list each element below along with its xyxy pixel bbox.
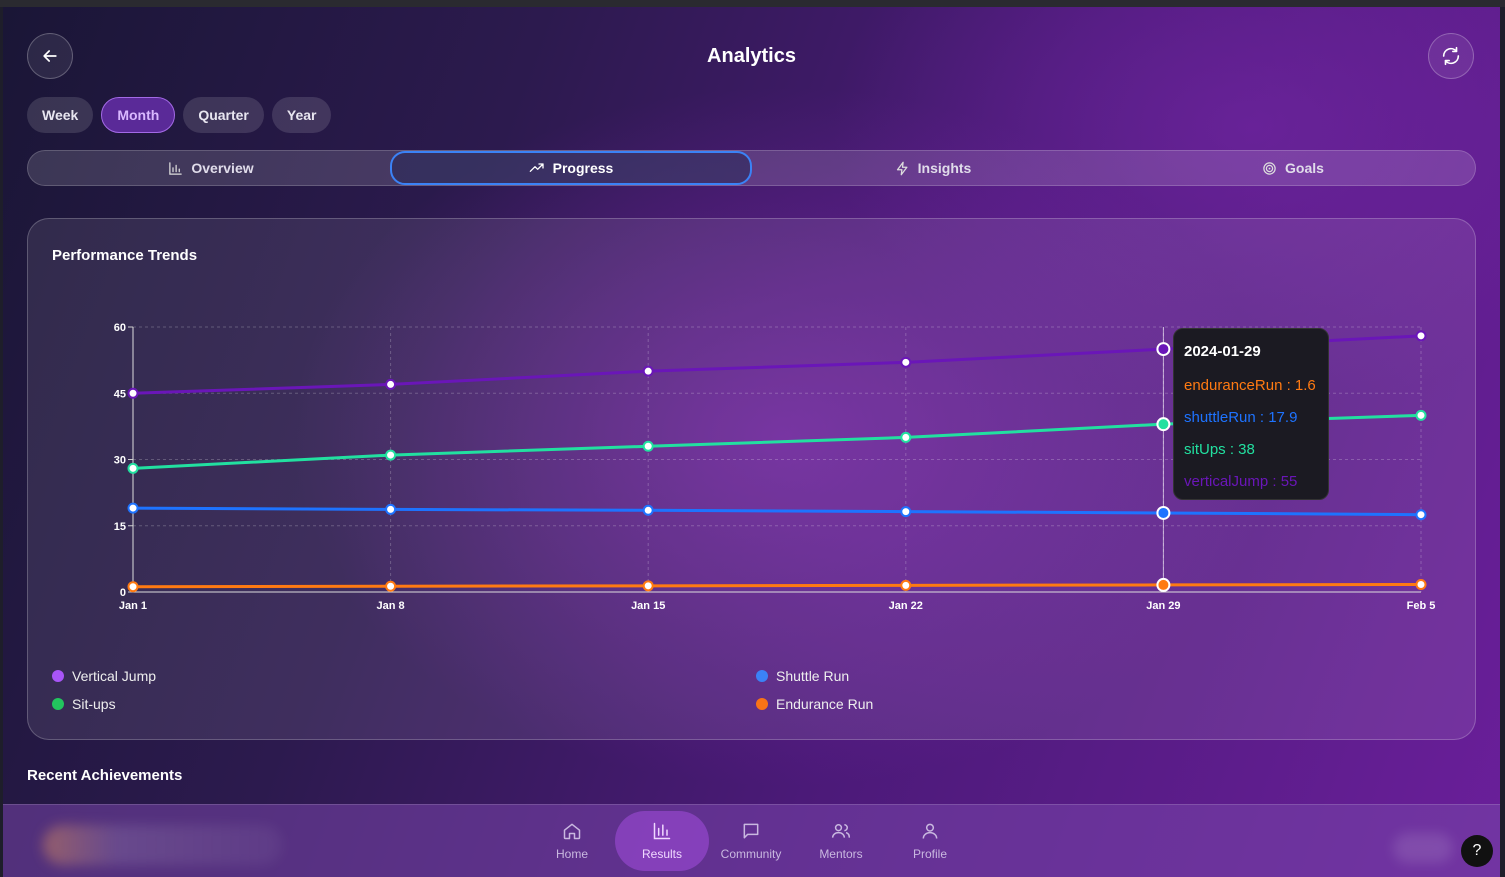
tab-label: Overview — [191, 160, 254, 176]
legend-dot — [756, 670, 768, 682]
period-week-button[interactable]: Week — [27, 97, 94, 133]
tab-progress[interactable]: Progress — [390, 151, 752, 185]
blurred-content — [1393, 833, 1453, 863]
data-point-verticalJump — [900, 356, 912, 368]
tooltip-date: 2024-01-29 — [1184, 343, 1261, 360]
legend-dot — [52, 698, 64, 710]
recent-achievements-title: Recent Achievements — [27, 767, 183, 784]
bottom-navigation: Home Results Community Mentors Profile ? — [3, 804, 1500, 877]
period-selector: Week Month Quarter Year — [27, 97, 332, 133]
legend-label: Shuttle Run — [776, 668, 850, 684]
nav-mentors[interactable]: Mentors — [796, 811, 886, 871]
series-line-enduranceRun — [132, 582, 1422, 589]
data-point-enduranceRun — [127, 581, 139, 593]
nav-label: Results — [641, 847, 682, 861]
page-title: Analytics — [707, 45, 796, 67]
tooltip-row-endurance-run: enduranceRun : 1.6 — [1184, 377, 1316, 394]
tooltip-row-shuttle-run: shuttleRun : 17.9 — [1184, 409, 1298, 426]
y-tick-label: 15 — [114, 521, 126, 533]
nav-label: Profile — [912, 847, 947, 861]
legend-label: Endurance Run — [776, 696, 874, 712]
nav-community[interactable]: Community — [706, 811, 796, 871]
data-point-enduranceRun — [1415, 578, 1427, 590]
tooltip-row-situps: sitUps : 38 — [1184, 441, 1255, 458]
help-button[interactable]: ? — [1461, 835, 1493, 867]
y-tick-label: 30 — [114, 455, 126, 467]
chart-tooltip: 2024-01-29 enduranceRun : 1.6 shuttleRun… — [1173, 328, 1329, 500]
users-icon — [831, 824, 851, 838]
legend-label: Vertical Jump — [72, 668, 157, 684]
data-point-enduranceRun — [385, 580, 397, 592]
legend-label: Sit-ups — [72, 696, 116, 712]
data-point-shuttleRun — [642, 504, 654, 516]
home-icon — [563, 823, 581, 840]
data-point-enduranceRun — [1156, 577, 1171, 592]
bar-chart-icon — [653, 822, 671, 840]
y-tick-label: 0 — [120, 587, 126, 599]
x-tick-label: Feb 5 — [1407, 600, 1436, 612]
trending-up-icon — [529, 163, 544, 172]
period-quarter-button[interactable]: Quarter — [183, 97, 264, 133]
data-point-situps — [127, 462, 139, 474]
refresh-icon — [1442, 46, 1460, 66]
legend-dot — [756, 698, 768, 710]
data-point-verticalJump — [385, 378, 397, 390]
tab-label: Progress — [552, 160, 614, 176]
data-point-shuttleRun — [1415, 509, 1427, 521]
tab-label: Insights — [917, 160, 972, 176]
data-point-enduranceRun — [900, 579, 912, 591]
window-top-border — [0, 0, 1505, 7]
bar-chart-icon — [169, 161, 183, 175]
data-point-shuttleRun — [385, 503, 397, 515]
tooltip-row-vertical-jump: verticalJump : 55 — [1184, 473, 1298, 490]
blurred-content — [43, 825, 283, 865]
data-point-shuttleRun — [127, 502, 139, 514]
nav-label: Home — [555, 847, 588, 861]
nav-home[interactable]: Home — [527, 811, 617, 871]
user-icon — [922, 823, 938, 839]
y-tick-label: 60 — [114, 322, 126, 334]
nav-results[interactable]: Results — [615, 811, 709, 871]
data-point-shuttleRun — [900, 506, 912, 518]
tab-insights[interactable]: Insights — [752, 153, 1114, 183]
legend-item-situps[interactable]: Sit-ups — [52, 696, 116, 712]
tab-overview[interactable]: Overview — [30, 153, 392, 183]
data-point-verticalJump — [642, 365, 654, 377]
nav-label: Community — [720, 847, 782, 861]
legend-dot — [52, 670, 64, 682]
data-point-shuttleRun — [1156, 505, 1171, 520]
data-point-verticalJump — [1156, 342, 1171, 357]
data-point-situps — [900, 431, 912, 443]
data-point-verticalJump — [127, 387, 139, 399]
app-root: Analytics Week Month Quarter Year Overvi… — [3, 7, 1500, 877]
y-tick-label: 45 — [114, 388, 126, 400]
x-tick-label: Jan 22 — [889, 600, 923, 612]
x-tick-label: Jan 15 — [631, 600, 665, 612]
period-year-button[interactable]: Year — [271, 97, 332, 133]
data-point-situps — [1156, 417, 1171, 432]
legend-item-vertical-jump[interactable]: Vertical Jump — [52, 668, 156, 684]
legend-item-shuttle-run[interactable]: Shuttle Run — [756, 668, 849, 684]
refresh-button[interactable] — [1428, 33, 1474, 79]
chat-icon — [743, 823, 759, 839]
x-tick-label: Jan 29 — [1146, 600, 1180, 612]
target-icon — [1263, 161, 1276, 175]
data-point-situps — [1415, 409, 1427, 421]
tab-goals[interactable]: Goals — [1112, 153, 1474, 183]
x-tick-label: Jan 8 — [377, 600, 405, 612]
nav-label: Mentors — [819, 847, 863, 861]
data-point-verticalJump — [1415, 330, 1427, 342]
tab-label: Goals — [1285, 160, 1324, 176]
data-point-situps — [642, 440, 654, 452]
nav-profile[interactable]: Profile — [885, 811, 975, 871]
x-tick-label: Jan 1 — [119, 600, 147, 612]
legend-item-endurance-run[interactable]: Endurance Run — [756, 696, 873, 712]
lightning-icon — [896, 161, 908, 175]
data-point-enduranceRun — [642, 580, 654, 592]
period-month-button[interactable]: Month — [101, 97, 176, 133]
series-line-shuttleRun — [132, 506, 1422, 517]
analytics-tabs: Overview Progress Insights Goals — [27, 150, 1476, 186]
data-point-situps — [385, 449, 397, 461]
